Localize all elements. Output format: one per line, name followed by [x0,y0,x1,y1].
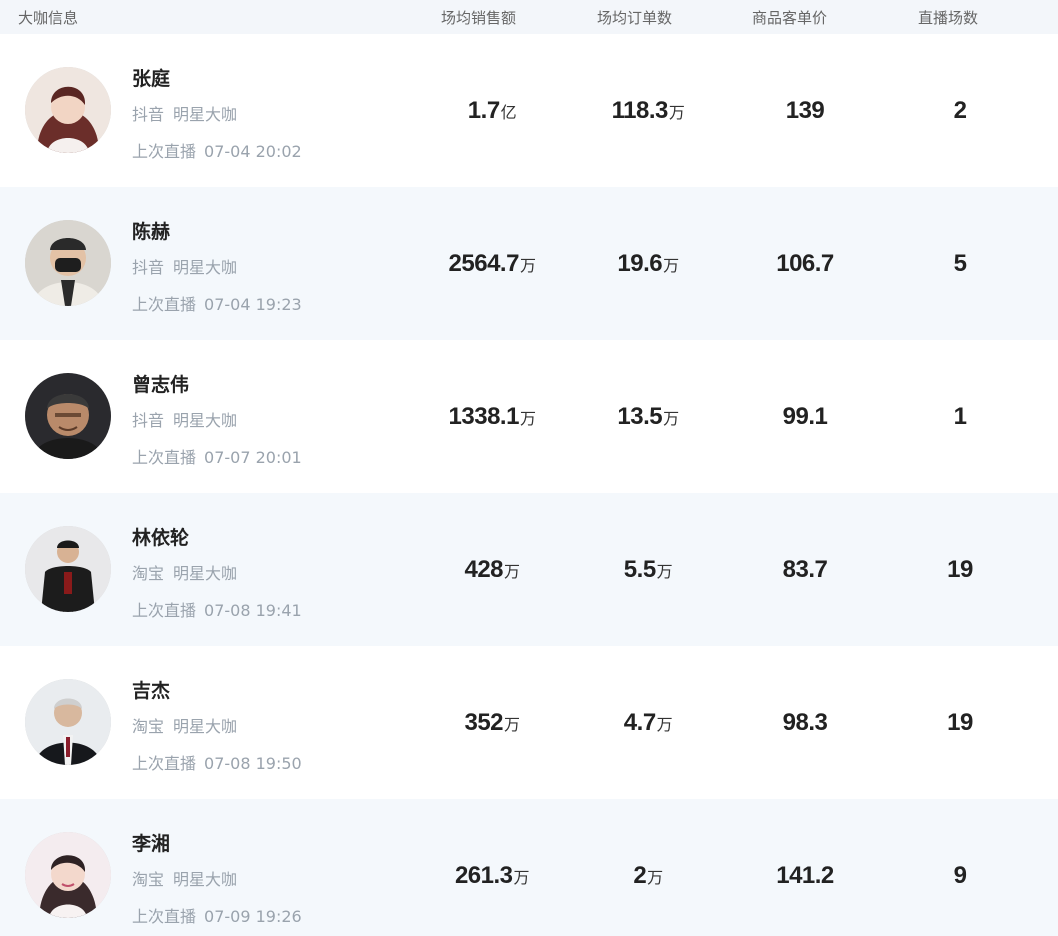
last-live-time: 07-07 20:01 [204,448,302,467]
streamer-platform-line: 抖音 明星大咖 [132,101,237,125]
avg-sales-cell: 1.7亿 [467,97,517,124]
unit-price-cell: 141.2 [776,862,834,889]
table-row[interactable]: 张庭 抖音 明星大咖 上次直播 07-04 20:02 1.7亿 118.3万 13… [0,34,1058,187]
streamer-name[interactable]: 吉杰 [132,676,170,703]
last-live-label: 上次直播 [132,448,197,467]
column-header-sales[interactable]: 场均销售额 [441,7,516,28]
last-live-label: 上次直播 [132,907,197,926]
unit-price-cell: 139 [785,97,825,124]
live-count-cell: 19 [947,709,973,736]
column-header-orders[interactable]: 场均订单数 [597,7,672,28]
live-count-cell: 5 [953,250,967,277]
live-count-cell: 1 [953,403,967,430]
streamer-table: 大咖信息 场均销售额 场均订单数 商品客单价 直播场数 张庭 抖音 明星大咖 上次… [0,0,1058,936]
streamer-name[interactable]: 陈赫 [132,217,170,244]
last-live-label: 上次直播 [132,142,197,161]
column-header-price[interactable]: 商品客单价 [752,7,827,28]
table-row[interactable]: 林依轮 淘宝 明星大咖 上次直播 07-08 19:41 428万 5.5万 83.… [0,493,1058,646]
category-tag: 明星大咖 [173,258,238,277]
category-tag: 明星大咖 [173,717,238,736]
table-row[interactable]: 曾志伟 抖音 明星大咖 上次直播 07-07 20:01 1338.1万 13.5万… [0,340,1058,493]
column-header-info[interactable]: 大咖信息 [18,7,78,28]
column-header-count[interactable]: 直播场数 [918,7,978,28]
last-live-label: 上次直播 [132,295,197,314]
avatar[interactable] [25,679,111,765]
avg-orders-cell: 19.6万 [617,250,679,277]
last-live-line: 上次直播 07-08 19:41 [132,597,302,621]
last-live-line: 上次直播 07-07 20:01 [132,444,302,468]
avatar[interactable] [25,373,111,459]
platform-label: 抖音 [132,105,165,124]
avg-orders-cell: 4.7万 [623,709,673,736]
platform-label: 抖音 [132,258,165,277]
avatar[interactable] [25,67,111,153]
table-row[interactable]: 吉杰 淘宝 明星大咖 上次直播 07-08 19:50 352万 4.7万 98.3… [0,646,1058,799]
table-row[interactable]: 李湘 淘宝 明星大咖 上次直播 07-09 19:26 261.3万 2万 141.… [0,799,1058,936]
last-live-line: 上次直播 07-04 19:23 [132,291,302,315]
live-count-cell: 19 [947,556,973,583]
platform-label: 淘宝 [132,717,165,736]
category-tag: 明星大咖 [173,564,238,583]
live-count-cell: 2 [953,97,967,124]
unit-price-cell: 83.7 [782,556,828,583]
avatar[interactable] [25,220,111,306]
platform-label: 淘宝 [132,564,165,583]
last-live-line: 上次直播 07-04 20:02 [132,138,302,162]
avg-sales-cell: 428万 [464,556,520,583]
streamer-name[interactable]: 张庭 [132,64,170,91]
platform-label: 淘宝 [132,870,165,889]
avg-orders-cell: 5.5万 [623,556,673,583]
avg-orders-cell: 13.5万 [617,403,679,430]
unit-price-cell: 98.3 [782,709,828,736]
last-live-line: 上次直播 07-09 19:26 [132,903,302,927]
category-tag: 明星大咖 [173,105,238,124]
avg-sales-cell: 352万 [464,709,520,736]
avg-sales-cell: 1338.1万 [448,403,536,430]
avatar[interactable] [25,832,111,918]
table-header: 大咖信息 场均销售额 场均订单数 商品客单价 直播场数 [0,0,1058,34]
live-count-cell: 9 [953,862,967,889]
last-live-label: 上次直播 [132,601,197,620]
platform-label: 抖音 [132,411,165,430]
avg-orders-cell: 118.3万 [611,97,685,124]
last-live-time: 07-09 19:26 [204,907,302,926]
last-live-time: 07-08 19:41 [204,601,302,620]
last-live-line: 上次直播 07-08 19:50 [132,750,302,774]
unit-price-cell: 106.7 [776,250,834,277]
streamer-platform-line: 淘宝 明星大咖 [132,560,237,584]
last-live-label: 上次直播 [132,754,197,773]
streamer-name[interactable]: 李湘 [132,829,170,856]
last-live-time: 07-08 19:50 [204,754,302,773]
avg-orders-cell: 2万 [633,862,663,889]
unit-price-cell: 99.1 [782,403,828,430]
category-tag: 明星大咖 [173,870,238,889]
avg-sales-cell: 261.3万 [454,862,530,889]
streamer-name[interactable]: 曾志伟 [132,370,189,397]
streamer-name[interactable]: 林依轮 [132,523,189,550]
avg-sales-cell: 2564.7万 [448,250,536,277]
streamer-platform-line: 抖音 明星大咖 [132,254,237,278]
streamer-platform-line: 抖音 明星大咖 [132,407,237,431]
last-live-time: 07-04 20:02 [204,142,302,161]
table-row[interactable]: 陈赫 抖音 明星大咖 上次直播 07-04 19:23 2564.7万 19.6万 … [0,187,1058,340]
streamer-platform-line: 淘宝 明星大咖 [132,713,237,737]
category-tag: 明星大咖 [173,411,238,430]
last-live-time: 07-04 19:23 [204,295,302,314]
avatar[interactable] [25,526,111,612]
streamer-platform-line: 淘宝 明星大咖 [132,866,237,890]
